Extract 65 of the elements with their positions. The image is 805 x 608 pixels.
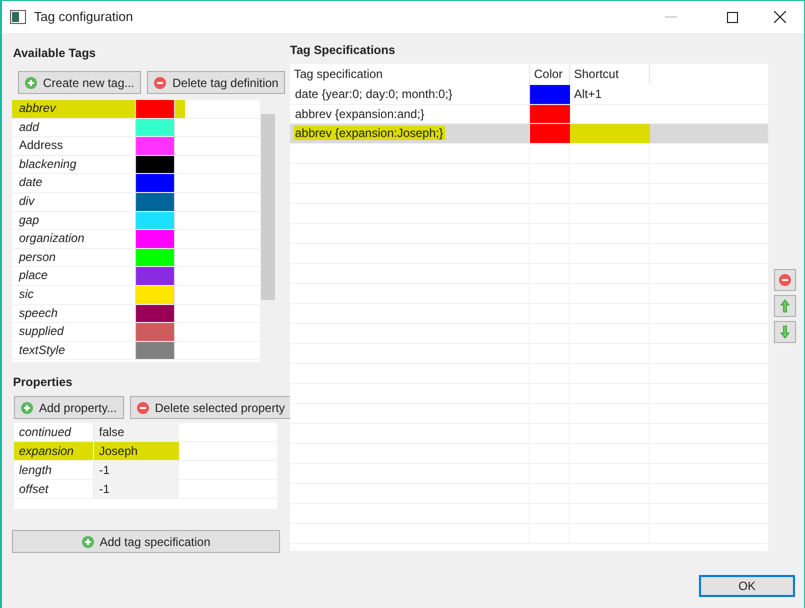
color-swatch[interactable] (135, 212, 175, 230)
minimize-icon[interactable] (665, 16, 677, 18)
tag-name[interactable]: Address (12, 137, 135, 155)
tag-name[interactable]: div (12, 192, 135, 211)
tag-name[interactable]: add (12, 118, 135, 136)
side-button[interactable] (774, 295, 796, 317)
color-swatch[interactable] (530, 104, 570, 123)
side-button[interactable] (774, 321, 796, 343)
close-icon[interactable] (774, 11, 786, 23)
plus-icon (82, 536, 94, 548)
tag-name[interactable]: supplied (12, 323, 135, 341)
tag-name[interactable]: speech (12, 304, 135, 322)
color-swatch[interactable] (135, 137, 175, 155)
color-swatch[interactable] (135, 192, 175, 211)
minus-icon (154, 76, 166, 88)
minus-icon (136, 402, 149, 414)
section-title: Properties (13, 374, 74, 391)
plus-icon (21, 402, 33, 414)
column-header[interactable]: Shortcut (570, 64, 650, 85)
color-swatch[interactable] (135, 100, 175, 118)
table-cell[interactable]: Alt+1 (570, 85, 650, 104)
color-swatch[interactable] (135, 248, 175, 266)
app-icon (10, 10, 26, 24)
color-swatch[interactable] (135, 323, 175, 341)
property-value[interactable]: Joseph (94, 442, 179, 460)
tag-name[interactable]: blackening (12, 156, 135, 174)
property-value[interactable]: false (94, 423, 179, 441)
toolbar-button[interactable]: Delete tag definition (147, 71, 286, 94)
side-button[interactable] (774, 269, 796, 291)
toolbar-button[interactable]: Delete selected property (130, 396, 292, 419)
toolbar-button[interactable]: Add property... (14, 396, 124, 419)
section-title: Available Tags (13, 45, 97, 62)
window-title: Tag configuration (34, 8, 134, 26)
property-value[interactable]: -1 (94, 461, 179, 479)
tag-name[interactable]: textStyle (12, 342, 135, 360)
color-swatch[interactable] (530, 85, 570, 104)
highlight-mark (175, 100, 185, 118)
toolbar-button[interactable]: Create new tag... (18, 71, 142, 94)
tag-name[interactable]: place (12, 267, 135, 285)
column-header[interactable]: Tag specification (290, 64, 530, 85)
color-swatch[interactable] (135, 267, 175, 285)
color-swatch[interactable] (135, 156, 175, 174)
property-value[interactable]: -1 (94, 480, 179, 498)
maximize-icon[interactable] (727, 12, 738, 22)
tag-name[interactable]: date (12, 174, 135, 192)
color-swatch[interactable] (135, 118, 175, 136)
color-swatch[interactable] (135, 174, 175, 192)
color-swatch[interactable] (135, 342, 175, 360)
toolbar-button[interactable]: Add tag specification (12, 530, 280, 553)
section-title: Tag Specifications (290, 42, 396, 59)
tag-name[interactable]: person (12, 248, 135, 266)
arrow-up-icon (780, 299, 790, 313)
property-name[interactable]: expansion (14, 442, 94, 460)
color-swatch[interactable] (135, 304, 175, 322)
arrow-down-icon (780, 325, 790, 339)
tag-name[interactable]: sic (12, 286, 135, 304)
plus-icon (25, 76, 37, 88)
tag-name[interactable]: abbrev (12, 100, 135, 118)
tag-name[interactable]: organization (12, 230, 135, 248)
tag-name[interactable]: gap (12, 212, 135, 230)
color-swatch[interactable] (530, 124, 570, 142)
minus-icon (779, 274, 791, 286)
color-swatch[interactable] (135, 286, 175, 304)
ok-button[interactable]: OK (699, 575, 795, 597)
color-swatch[interactable] (135, 230, 175, 248)
